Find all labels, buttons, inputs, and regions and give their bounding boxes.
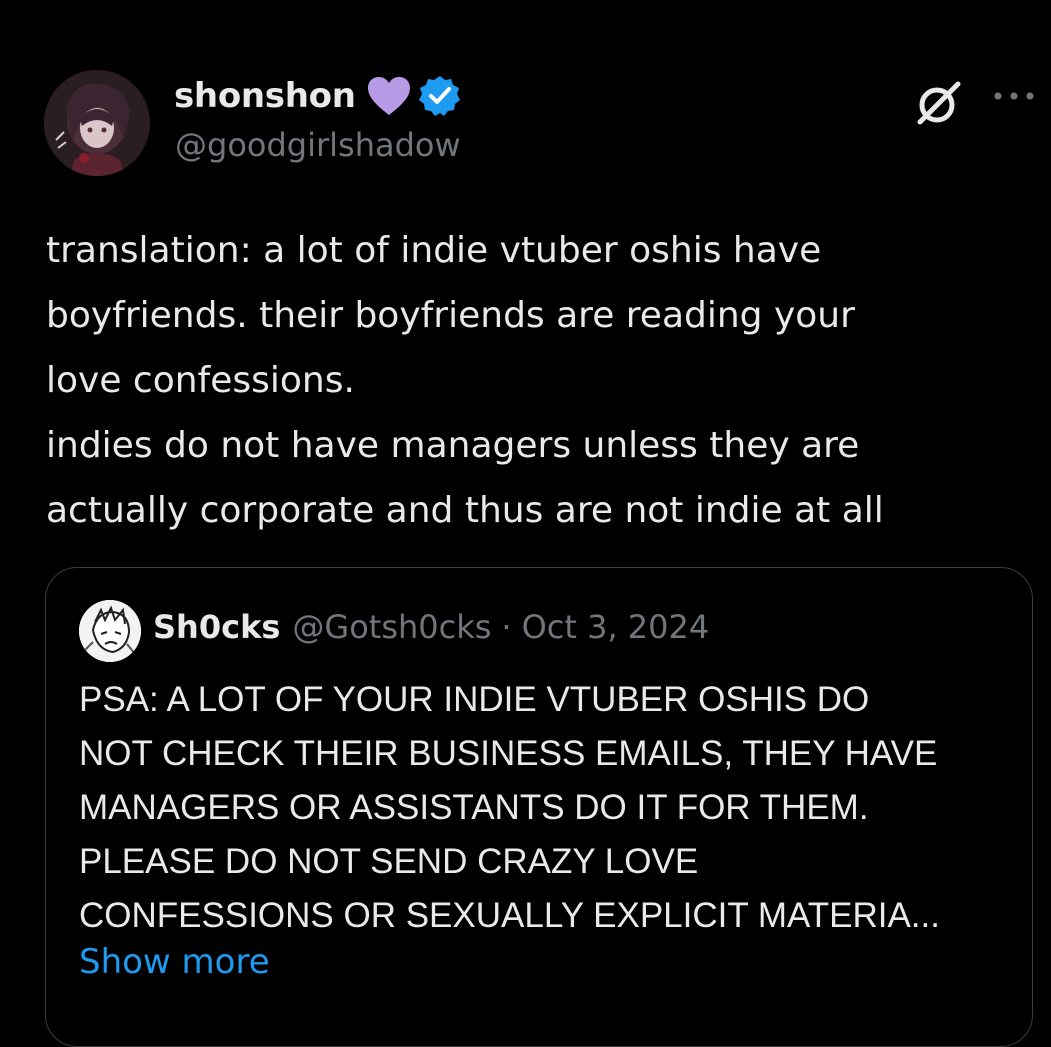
tweet-body-line: love confessions. <box>46 360 355 401</box>
quoted-author-avatar[interactable] <box>79 600 141 662</box>
author-avatar[interactable] <box>44 70 150 176</box>
tweet-body: translation: a lot of indie vtuber oshis… <box>46 218 1006 543</box>
quoted-body-line: PSA: A LOT OF YOUR INDIE VTUBER OSHIS DO <box>79 680 870 719</box>
tweet-body-line: boyfriends. their boyfriends are reading… <box>46 295 855 336</box>
purple-heart-icon <box>366 75 412 117</box>
quoted-body-line: MANAGERS OR ASSISTANTS DO IT FOR THEM. <box>79 788 869 827</box>
header-separator: · <box>501 608 512 646</box>
quoted-author-handle[interactable]: @Gotsh0cks <box>292 608 491 646</box>
quoted-body-line: NOT CHECK THEIR BUSINESS EMAILS, THEY HA… <box>79 734 938 773</box>
verified-badge-icon[interactable] <box>418 74 462 118</box>
author-avatar-image <box>44 70 150 176</box>
grok-icon[interactable] <box>912 76 966 130</box>
quoted-tweet-date[interactable]: Oct 3, 2024 <box>522 608 710 646</box>
more-options-icon[interactable] <box>990 84 1040 108</box>
quoted-tweet-header: Sh0cks @Gotsh0cks · Oct 3, 2024 <box>153 608 709 646</box>
show-more-link[interactable]: Show more <box>79 942 270 982</box>
author-handle[interactable]: @goodgirlshadow <box>175 126 461 164</box>
author-name-row: shonshon <box>174 72 462 120</box>
tweet-body-line: indies do not have managers unless they … <box>46 425 860 466</box>
quoted-author-display-name[interactable]: Sh0cks <box>153 608 280 646</box>
author-display-name[interactable]: shonshon <box>174 76 356 116</box>
tweet-body-line: translation: a lot of indie vtuber oshis… <box>46 230 822 271</box>
quoted-tweet-body: PSA: A LOT OF YOUR INDIE VTUBER OSHIS DO… <box>79 673 1019 943</box>
tweet: shonshon @goodgirlshadow translation: a … <box>0 0 1051 1047</box>
quoted-body-line: PLEASE DO NOT SEND CRAZY LOVE <box>79 842 699 881</box>
tweet-body-line: actually corporate and thus are not indi… <box>46 490 884 531</box>
quoted-author-avatar-image <box>79 600 141 662</box>
quoted-body-line: CONFESSIONS OR SEXUALLY EXPLICIT MATERIA… <box>79 896 940 935</box>
